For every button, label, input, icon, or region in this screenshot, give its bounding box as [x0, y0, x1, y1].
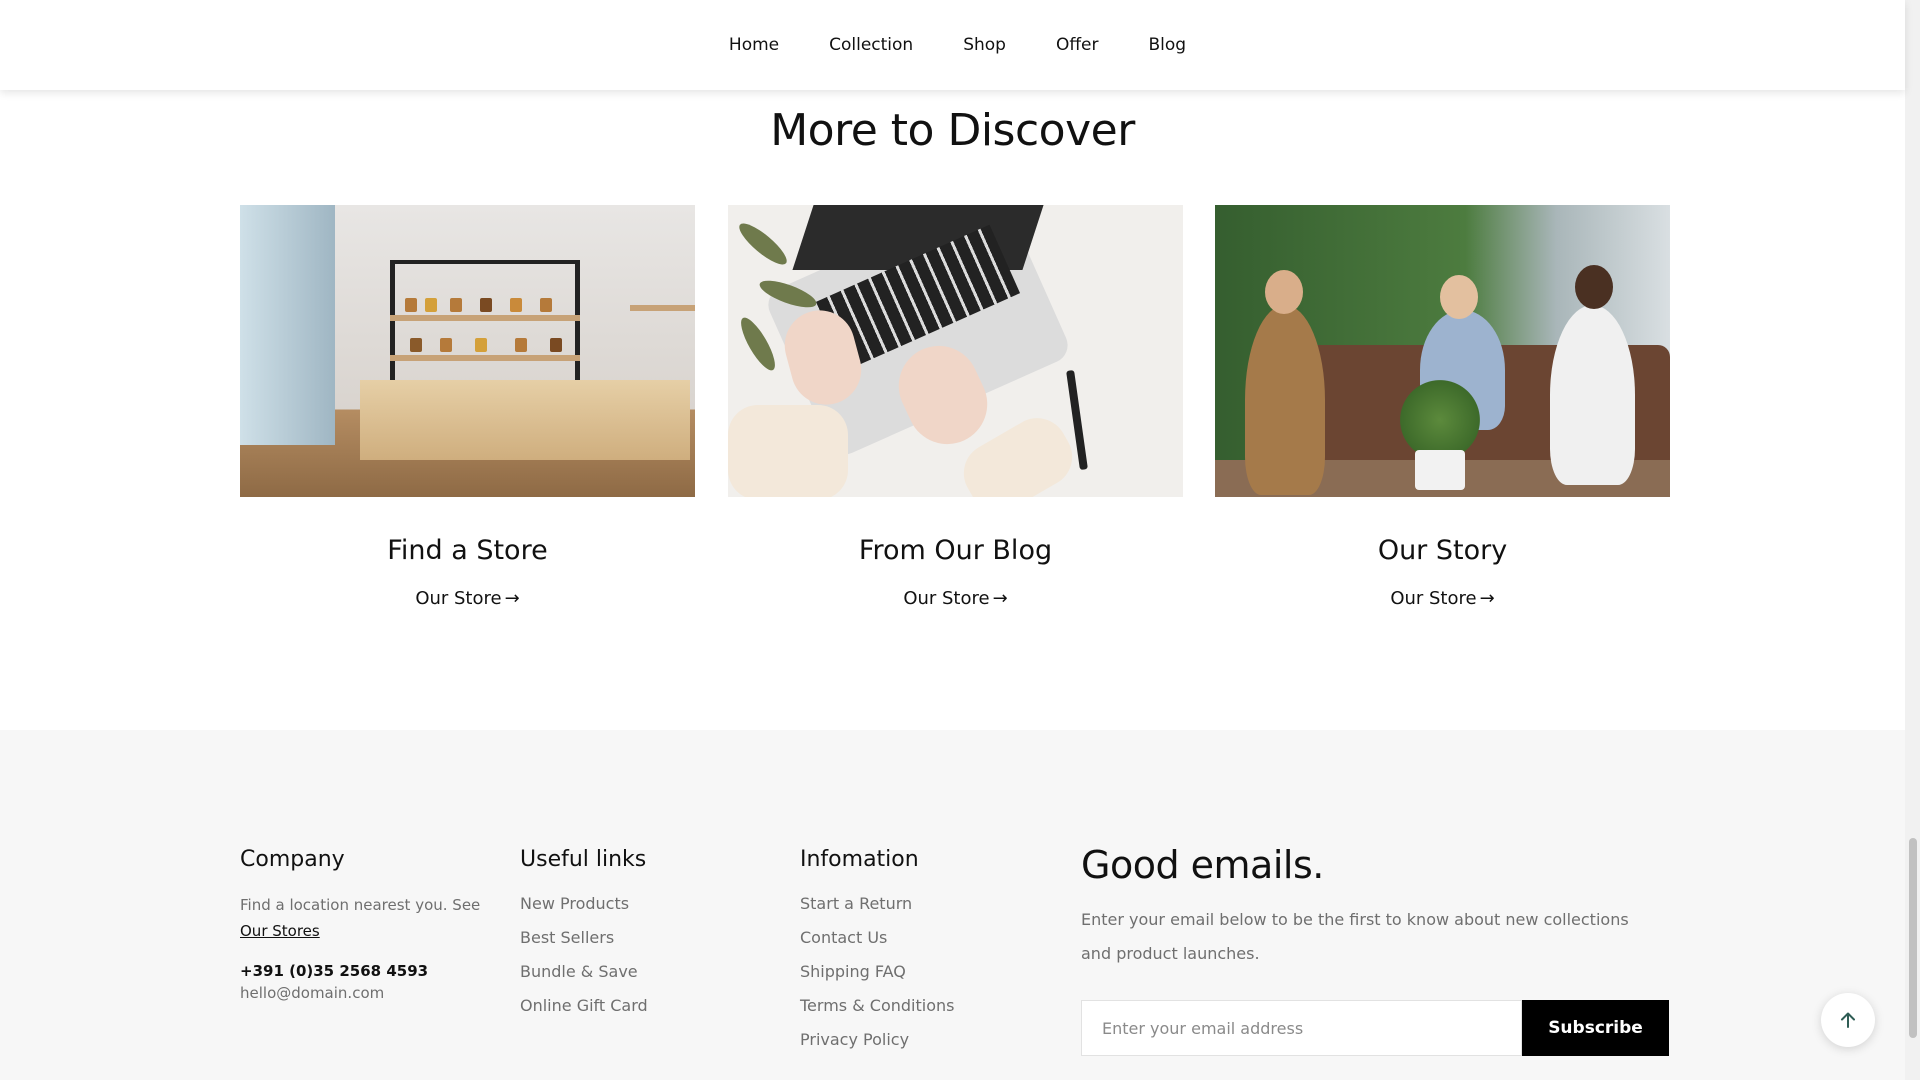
footer-link-contact[interactable]: Contact Us	[800, 928, 954, 947]
company-description: Find a location nearest you. See Our Sto…	[240, 892, 480, 944]
team-meeting-image[interactable]	[1215, 205, 1670, 497]
footer: Company Find a location nearest you. See…	[0, 730, 1905, 1080]
our-stores-link[interactable]: Our Stores	[240, 922, 320, 940]
footer-company-title: Company	[240, 847, 345, 872]
nav-home[interactable]: Home	[729, 35, 779, 55]
company-text: Find a location nearest you. See	[240, 896, 481, 914]
footer-link-privacy[interactable]: Privacy Policy	[800, 1030, 954, 1049]
top-navigation: Home Collection Shop Offer Blog	[0, 0, 1905, 90]
footer-link-start-return[interactable]: Start a Return	[800, 894, 954, 913]
card-link-label: Our Store	[1390, 588, 1477, 609]
footer-useful-links: Useful links New Products Best Sellers B…	[520, 847, 648, 1015]
footer-useful-links-title: Useful links	[520, 847, 647, 872]
newsletter-description: Enter your email below to be the first t…	[1081, 910, 1629, 963]
footer-link-best-sellers[interactable]: Best Sellers	[520, 928, 648, 947]
footer-link-new-products[interactable]: New Products	[520, 894, 648, 913]
card-link-label: Our Store	[415, 588, 502, 609]
discover-card-find-store: Find a Store Our Store →	[240, 205, 695, 609]
arrow-right-icon: →	[1479, 588, 1495, 609]
arrow-right-icon: →	[504, 588, 520, 609]
discover-card-our-story: Our Story Our Store →	[1215, 205, 1670, 609]
card-link[interactable]: Our Store →	[240, 588, 695, 609]
footer-link-gift-card[interactable]: Online Gift Card	[520, 996, 648, 1015]
arrow-right-icon: →	[992, 588, 1008, 609]
nav-shop[interactable]: Shop	[963, 35, 1006, 55]
newsletter-form: Subscribe	[1081, 1000, 1669, 1056]
footer-information: Infomation Start a Return Contact Us Shi…	[800, 847, 954, 1049]
card-link[interactable]: Our Store →	[728, 588, 1183, 609]
card-link-label: Our Store	[903, 588, 990, 609]
nav-collection[interactable]: Collection	[829, 35, 913, 55]
footer-link-terms[interactable]: Terms & Conditions	[800, 996, 954, 1015]
card-title: From Our Blog	[858, 535, 1053, 566]
email-input[interactable]	[1081, 1000, 1522, 1056]
laptop-typing-image[interactable]	[728, 205, 1183, 497]
arrow-up-icon	[1841, 1012, 1855, 1028]
card-link[interactable]: Our Store →	[1215, 588, 1670, 609]
company-phone[interactable]: +391 (0)35 2568 4593	[240, 962, 480, 980]
footer-information-title: Infomation	[800, 847, 919, 872]
discover-card-blog: From Our Blog Our Store →	[728, 205, 1183, 609]
discover-section-title: More to Discover	[770, 105, 1135, 156]
nav-blog[interactable]: Blog	[1149, 35, 1187, 55]
card-title: Find a Store	[387, 535, 548, 566]
page-scrollbar[interactable]	[1905, 0, 1920, 1080]
back-to-top-button[interactable]	[1821, 993, 1875, 1047]
store-shelves-image[interactable]	[240, 205, 695, 497]
footer-link-bundle-save[interactable]: Bundle & Save	[520, 962, 648, 981]
newsletter-title: Good emails.	[1081, 843, 1324, 887]
company-email[interactable]: hello@domain.com	[240, 984, 480, 1002]
scrollbar-thumb[interactable]	[1909, 838, 1917, 1038]
page: Home Collection Shop Offer Blog More to …	[0, 0, 1905, 1080]
subscribe-button[interactable]: Subscribe	[1522, 1000, 1669, 1056]
footer-company: Company Find a location nearest you. See…	[240, 847, 480, 1002]
newsletter: Good emails. Enter your email below to b…	[1081, 843, 1669, 1056]
footer-link-shipping-faq[interactable]: Shipping FAQ	[800, 962, 954, 981]
nav-offer[interactable]: Offer	[1056, 35, 1099, 55]
card-title: Our Story	[1377, 535, 1508, 566]
